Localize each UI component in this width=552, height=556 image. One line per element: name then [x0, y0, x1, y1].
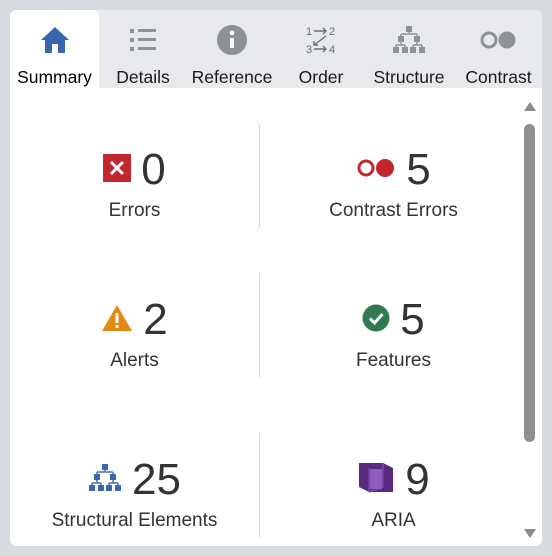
divider [259, 274, 260, 378]
summary-structural-elements[interactable]: 25 Structural Elements [10, 454, 259, 532]
aria-icon [357, 459, 395, 502]
tab-label: Summary [17, 67, 92, 87]
divider [259, 434, 260, 538]
tab-contrast[interactable]: Contrast [455, 10, 542, 88]
alert-count: 2 [143, 295, 168, 344]
tab-reference[interactable]: Reference [187, 10, 277, 88]
summary-grid: 0 Errors 5 Contrast Errors 2 Alerts 5 Fe… [10, 88, 518, 546]
tab-order[interactable]: 1 2 3 4 Order [279, 10, 363, 88]
tab-details[interactable]: Details [101, 10, 185, 88]
tab-bar: Summary Details Reference 1 2 3 4 Order … [10, 10, 542, 88]
feature-icon [362, 304, 390, 337]
scrollbar-thumb[interactable] [524, 124, 535, 442]
summary-errors[interactable]: 0 Errors [10, 144, 259, 222]
feature-label: Features [356, 350, 431, 371]
order-icon: 1 2 3 4 [304, 20, 338, 60]
alert-icon [101, 304, 133, 337]
summary-alerts[interactable]: 2 Alerts [10, 294, 259, 372]
alert-label: Alerts [110, 350, 159, 371]
tab-label: Reference [191, 67, 273, 87]
info-icon [216, 20, 248, 60]
summary-features[interactable]: 5 Features [269, 294, 518, 372]
error-count: 0 [141, 145, 166, 194]
hierarchy-icon [392, 20, 426, 60]
tab-label: Details [116, 67, 170, 87]
tab-label: Structure [373, 67, 445, 87]
structure-icon [88, 463, 122, 498]
scroll-up-arrow-icon[interactable] [524, 102, 536, 111]
tab-summary[interactable]: Summary [10, 10, 99, 88]
list-icon [128, 20, 158, 60]
contrast-error-label: Contrast Errors [329, 200, 458, 221]
feature-count: 5 [400, 295, 425, 344]
contrast-icon [478, 20, 520, 60]
structural-count: 25 [132, 455, 181, 504]
summary-aria[interactable]: 9 ARIA [269, 454, 518, 532]
svg-text:2: 2 [329, 26, 335, 38]
structural-label: Structural Elements [51, 510, 218, 531]
wave-panel: Summary Details Reference 1 2 3 4 Order … [10, 10, 542, 546]
tab-label: Order [298, 67, 344, 87]
scroll-down-arrow-icon[interactable] [524, 529, 536, 538]
error-icon [103, 153, 132, 187]
summary-contrast-errors[interactable]: 5 Contrast Errors [269, 144, 518, 222]
aria-label: ARIA [371, 510, 416, 531]
aria-count: 9 [405, 455, 430, 504]
scrollbar[interactable] [518, 88, 542, 546]
divider [259, 124, 260, 228]
svg-text:3: 3 [306, 44, 312, 56]
contrast-error-icon [356, 157, 396, 184]
contrast-error-count: 5 [406, 145, 431, 194]
tab-label: Contrast [465, 67, 532, 87]
home-icon [39, 20, 71, 60]
error-label: Errors [108, 200, 161, 221]
svg-text:4: 4 [329, 44, 335, 56]
svg-text:1: 1 [306, 26, 312, 38]
tab-structure[interactable]: Structure [365, 10, 453, 88]
